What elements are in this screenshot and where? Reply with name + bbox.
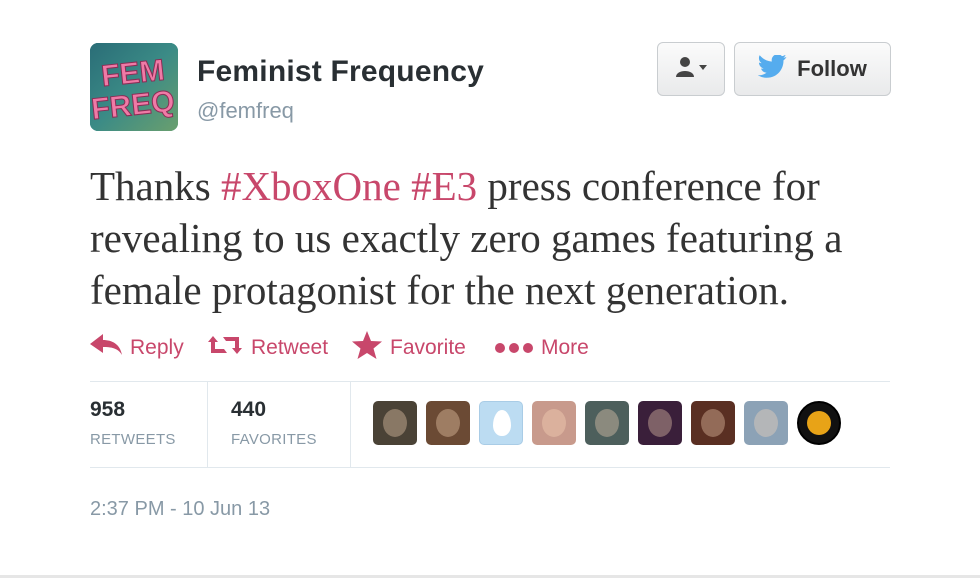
avatar-photo-shade	[701, 409, 725, 437]
stats-divider	[207, 382, 208, 467]
retweeter-avatar[interactable]	[373, 401, 417, 445]
tweet-text: Thanks #XboxOne #E3 press conference for…	[90, 160, 910, 316]
retweets-label[interactable]: RETWEETS	[90, 431, 176, 448]
more-dots-icon	[495, 336, 533, 360]
stats-divider	[350, 382, 351, 467]
reply-label: Reply	[130, 336, 184, 359]
more-action[interactable]: More	[495, 328, 589, 368]
avatar-photo-shade	[383, 409, 407, 437]
retweeter-avatar[interactable]	[585, 401, 629, 445]
retweeter-avatar[interactable]	[426, 401, 470, 445]
more-label: More	[541, 336, 589, 359]
fem-freq-logo: FEM FREQ	[90, 43, 178, 131]
hashtag-link[interactable]: #E3	[411, 163, 477, 209]
tweet-text-part: Thanks	[90, 163, 221, 209]
twitter-bird-icon	[757, 53, 788, 84]
retweet-label: Retweet	[251, 336, 329, 359]
retweeter-avatar[interactable]	[532, 401, 576, 445]
retweet-action[interactable]: Retweet	[207, 328, 328, 368]
avatar-photo-shade	[648, 409, 672, 437]
user-handle[interactable]: @femfreq	[197, 98, 294, 124]
user-actions-button[interactable]	[657, 42, 725, 96]
user-avatar[interactable]: FEM FREQ	[90, 43, 178, 131]
retweets-count[interactable]: 958	[90, 398, 125, 422]
avatar-photo-shade	[754, 409, 778, 437]
user-name[interactable]: Feminist Frequency	[197, 55, 484, 89]
stats-top-divider	[90, 381, 890, 382]
user-dropdown-icon	[674, 55, 708, 84]
gold-emblem-icon	[807, 411, 831, 435]
follow-button-label: Follow	[797, 56, 867, 81]
favorite-label: Favorite	[390, 336, 466, 359]
stats-bottom-divider	[90, 467, 890, 468]
favorites-count[interactable]: 440	[231, 398, 266, 422]
retweeter-avatar[interactable]	[479, 401, 523, 445]
tweet-card: FEM FREQ Feminist Frequency @femfreq Fol…	[0, 0, 980, 578]
retweeter-avatar[interactable]	[638, 401, 682, 445]
tweet-text-space	[401, 163, 411, 209]
avatar-photo-shade	[542, 409, 566, 437]
avatar-photo-shade	[595, 409, 619, 437]
avatar-photo-shade	[436, 409, 460, 437]
reply-arrow-icon	[90, 333, 122, 363]
hashtag-link[interactable]: #XboxOne	[221, 163, 401, 209]
follow-button[interactable]: Follow	[734, 42, 891, 96]
retweeter-avatar[interactable]	[744, 401, 788, 445]
reply-action[interactable]: Reply	[90, 328, 184, 368]
star-icon	[352, 331, 382, 365]
retweet-icon	[207, 333, 243, 363]
favorites-label[interactable]: FAVORITES	[231, 431, 317, 448]
egg-icon	[493, 410, 511, 436]
tweet-timestamp[interactable]: 2:37 PM - 10 Jun 13	[90, 498, 270, 521]
retweeter-avatar[interactable]	[797, 401, 841, 445]
favorite-action[interactable]: Favorite	[352, 328, 466, 368]
retweeter-avatar[interactable]	[691, 401, 735, 445]
